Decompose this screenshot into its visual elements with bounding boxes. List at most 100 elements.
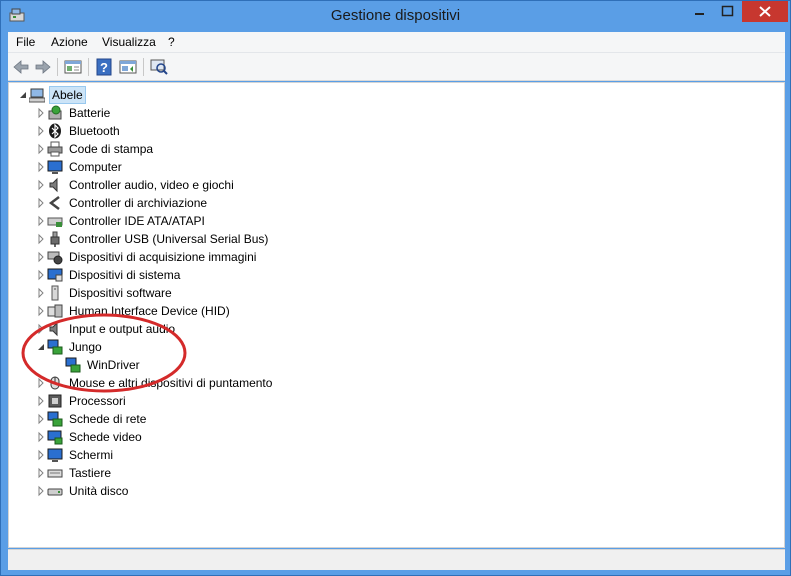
tree-item-schede-video[interactable]: Schede video: [35, 428, 144, 446]
tree-item-label[interactable]: Bluetooth: [67, 123, 122, 139]
tree-item-batterie[interactable]: Batterie: [35, 104, 112, 122]
collapsed-arrow-icon[interactable]: [35, 305, 47, 317]
menu-azione[interactable]: Azione: [51, 35, 88, 49]
collapsed-arrow-icon[interactable]: [35, 413, 47, 425]
update-driver-icon[interactable]: [118, 57, 138, 77]
collapsed-arrow-icon[interactable]: [35, 215, 47, 227]
tree-item-windriver[interactable]: WinDriver: [53, 356, 142, 374]
collapsed-arrow-icon[interactable]: [35, 107, 47, 119]
tree-item-label[interactable]: Schede di rete: [67, 411, 148, 427]
network-card-icon: [47, 411, 63, 427]
tree-item-label[interactable]: Schede video: [67, 429, 144, 445]
tree-item-controller-audio[interactable]: Controller audio, video e giochi: [35, 176, 236, 194]
tree-item-controller-usb[interactable]: Controller USB (Universal Serial Bus): [35, 230, 270, 248]
tree-item-schede-rete[interactable]: Schede di rete: [35, 410, 148, 428]
tree-root-row[interactable]: Abele: [17, 86, 86, 104]
collapsed-arrow-icon[interactable]: [35, 233, 47, 245]
tree-item-label[interactable]: Dispositivi software: [67, 285, 174, 301]
tree-item-label[interactable]: WinDriver: [85, 357, 142, 373]
window-title: Gestione dispositivi: [330, 7, 461, 24]
camera-icon: [47, 251, 63, 265]
tree-root-label[interactable]: Abele: [49, 86, 86, 104]
tree-item-dispositivi-software[interactable]: Dispositivi software: [35, 284, 174, 302]
collapsed-arrow-icon[interactable]: [35, 485, 47, 497]
tree-item-dispositivi-sistema[interactable]: Dispositivi di sistema: [35, 266, 182, 284]
tree-item-label[interactable]: Controller di archiviazione: [67, 195, 209, 211]
title-bar[interactable]: Gestione dispositivi: [1, 1, 790, 31]
tree-item-computer[interactable]: Computer: [35, 158, 124, 176]
menu-visualizza[interactable]: Visualizza: [102, 35, 156, 49]
toolbar: ?: [8, 53, 785, 81]
collapsed-arrow-icon[interactable]: [35, 323, 47, 335]
tree-item-label[interactable]: Code di stampa: [67, 141, 155, 157]
close-icon: [759, 6, 771, 17]
tree-item-bluetooth[interactable]: Bluetooth: [35, 122, 122, 140]
menu-help[interactable]: ?: [168, 35, 175, 49]
collapsed-arrow-icon[interactable]: [35, 287, 47, 299]
speaker-icon: [49, 177, 58, 193]
collapsed-arrow-icon[interactable]: [35, 251, 47, 263]
tree-item-input-output-audio[interactable]: Input e output audio: [35, 320, 177, 338]
display-adapter-icon: [47, 430, 63, 445]
tree-item-processori[interactable]: Processori: [35, 392, 128, 410]
tree-item-controller-archiviazione[interactable]: Controller di archiviazione: [35, 194, 209, 212]
tree-item-label[interactable]: Human Interface Device (HID): [67, 303, 232, 319]
tree-item-label[interactable]: Controller USB (Universal Serial Bus): [67, 231, 270, 247]
tree-item-label[interactable]: Tastiere: [67, 465, 113, 481]
tree-item-label[interactable]: Input e output audio: [67, 321, 177, 337]
tree-item-label[interactable]: Controller IDE ATA/ATAPI: [67, 213, 207, 229]
tree-item-label[interactable]: Jungo: [67, 339, 104, 355]
expanded-arrow-icon[interactable]: [35, 341, 47, 353]
printer-icon: [47, 141, 63, 157]
toolbar-separator: [57, 58, 58, 76]
maximize-icon: [721, 5, 734, 17]
collapsed-arrow-icon[interactable]: [35, 179, 47, 191]
help-icon[interactable]: ?: [94, 57, 114, 77]
tree-item-unita-disco[interactable]: Unità disco: [35, 482, 130, 500]
tree-item-jungo[interactable]: Jungo: [35, 338, 104, 356]
device-tree[interactable]: Abele Batterie Bluetooth Code di stampa …: [8, 82, 785, 548]
tree-item-mouse[interactable]: Mouse e altri dispositivi di puntamento: [35, 374, 274, 392]
tree-item-label[interactable]: Computer: [67, 159, 124, 175]
back-arrow-icon[interactable]: [11, 57, 31, 77]
collapsed-arrow-icon[interactable]: [35, 143, 47, 155]
tree-item-label[interactable]: Unità disco: [67, 483, 130, 499]
maximize-button[interactable]: [714, 1, 741, 22]
collapsed-arrow-icon[interactable]: [35, 467, 47, 479]
tree-item-label[interactable]: Dispositivi di acquisizione immagini: [67, 249, 258, 265]
collapsed-arrow-icon[interactable]: [35, 449, 47, 461]
hid-icon: [47, 304, 63, 318]
menu-file[interactable]: File: [16, 35, 35, 49]
collapsed-arrow-icon[interactable]: [35, 125, 47, 137]
minimize-button[interactable]: [686, 1, 713, 22]
collapsed-arrow-icon[interactable]: [35, 161, 47, 173]
device-manager-window: Gestione dispositivi File Azione Visuali…: [0, 0, 791, 576]
tree-item-label[interactable]: Dispositivi di sistema: [67, 267, 182, 283]
mouse-icon: [50, 376, 60, 390]
keyboard-icon: [47, 469, 63, 478]
collapsed-arrow-icon[interactable]: [35, 377, 47, 389]
collapsed-arrow-icon[interactable]: [35, 395, 47, 407]
tree-item-label[interactable]: Batterie: [67, 105, 112, 121]
tree-item-controller-ide[interactable]: Controller IDE ATA/ATAPI: [35, 212, 207, 230]
disk-drive-icon: [47, 488, 63, 496]
tree-item-label[interactable]: Processori: [67, 393, 128, 409]
scan-hardware-icon[interactable]: [149, 57, 169, 77]
tree-item-acquisizione-immagini[interactable]: Dispositivi di acquisizione immagini: [35, 248, 258, 266]
collapsed-arrow-icon[interactable]: [35, 269, 47, 281]
forward-arrow-icon[interactable]: [33, 57, 53, 77]
tree-item-code-di-stampa[interactable]: Code di stampa: [35, 140, 155, 158]
tree-item-label[interactable]: Controller audio, video e giochi: [67, 177, 236, 193]
properties-pane-icon[interactable]: [63, 57, 83, 77]
tree-item-tastiere[interactable]: Tastiere: [35, 464, 113, 482]
tree-item-hid[interactable]: Human Interface Device (HID): [35, 302, 232, 320]
tree-item-label[interactable]: Schermi: [67, 447, 115, 463]
system-device-icon: [47, 268, 63, 282]
expanded-arrow-icon[interactable]: [17, 89, 29, 101]
tree-item-schermi[interactable]: Schermi: [35, 446, 115, 464]
collapsed-arrow-icon[interactable]: [35, 197, 47, 209]
speaker-icon: [49, 321, 58, 337]
collapsed-arrow-icon[interactable]: [35, 431, 47, 443]
close-button[interactable]: [742, 1, 788, 22]
tree-item-label[interactable]: Mouse e altri dispositivi di puntamento: [67, 375, 274, 391]
